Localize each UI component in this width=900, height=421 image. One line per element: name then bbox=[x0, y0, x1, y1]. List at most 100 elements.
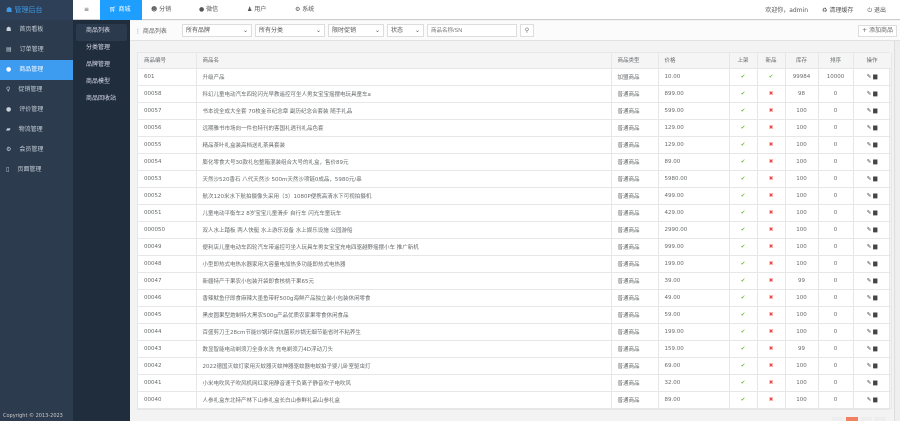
trash-icon[interactable]: ▆ bbox=[873, 125, 877, 131]
is-new-toggle[interactable]: ✖ bbox=[757, 357, 786, 375]
trash-icon[interactable]: ▆ bbox=[873, 142, 877, 148]
sidebar-item-pages[interactable]: ▯ 页面管理 bbox=[0, 160, 73, 180]
is-new-toggle[interactable]: ✖ bbox=[757, 187, 786, 205]
trash-icon[interactable]: ▆ bbox=[873, 227, 877, 233]
search-button[interactable]: ⚲ bbox=[520, 24, 534, 37]
topnav-item-system[interactable]: ⚙ 系统 bbox=[286, 0, 334, 20]
page-button[interactable] bbox=[860, 417, 872, 421]
sidebar-item-members[interactable]: ⚙ 会员管理 bbox=[0, 140, 73, 160]
subnav-category[interactable]: 分类管理 bbox=[76, 41, 127, 58]
subnav-goods-list[interactable]: 商品列表 bbox=[76, 24, 127, 41]
trash-icon[interactable]: ▆ bbox=[873, 363, 877, 369]
topnav-item-user[interactable]: ♟ 用户 bbox=[238, 0, 286, 20]
on-sale-toggle[interactable]: ✔ bbox=[729, 391, 758, 409]
edit-icon[interactable]: ✎ bbox=[867, 108, 872, 114]
edit-icon[interactable]: ✎ bbox=[867, 397, 872, 403]
sidebar-item-promotion[interactable]: ♀ 促销管理 bbox=[0, 80, 73, 100]
sidebar-item-orders[interactable]: ▤ 订单管理 bbox=[0, 40, 73, 60]
is-new-toggle[interactable]: ✖ bbox=[757, 289, 786, 307]
is-new-toggle[interactable]: ✖ bbox=[757, 85, 786, 103]
scrollbar[interactable] bbox=[894, 41, 900, 421]
trash-icon[interactable]: ▆ bbox=[873, 295, 877, 301]
edit-icon[interactable]: ✎ bbox=[867, 142, 872, 148]
on-sale-toggle[interactable]: ✔ bbox=[729, 153, 758, 171]
trash-icon[interactable]: ▆ bbox=[873, 210, 877, 216]
trash-icon[interactable]: ▆ bbox=[873, 346, 877, 352]
is-new-toggle[interactable]: ✖ bbox=[757, 102, 786, 120]
on-sale-toggle[interactable]: ✔ bbox=[729, 255, 758, 273]
on-sale-toggle[interactable]: ✔ bbox=[729, 272, 758, 290]
edit-icon[interactable]: ✎ bbox=[867, 159, 872, 165]
is-new-toggle[interactable]: ✖ bbox=[757, 323, 786, 341]
brand-select[interactable]: 所有品牌 ⌄ bbox=[182, 24, 252, 37]
trash-icon[interactable]: ▆ bbox=[873, 176, 877, 182]
trash-icon[interactable]: ▆ bbox=[873, 278, 877, 284]
on-sale-toggle[interactable]: ✔ bbox=[729, 306, 758, 324]
is-new-toggle[interactable]: ✔ bbox=[757, 68, 786, 86]
status-select[interactable]: 状态 ⌄ bbox=[387, 24, 424, 37]
is-new-toggle[interactable]: ✖ bbox=[757, 170, 786, 188]
on-sale-toggle[interactable]: ✔ bbox=[729, 136, 758, 154]
on-sale-toggle[interactable]: ✔ bbox=[729, 374, 758, 392]
trash-icon[interactable]: ▆ bbox=[873, 159, 877, 165]
edit-icon[interactable]: ✎ bbox=[867, 74, 872, 80]
trash-icon[interactable]: ▆ bbox=[873, 329, 877, 335]
edit-icon[interactable]: ✎ bbox=[867, 329, 872, 335]
edit-icon[interactable]: ✎ bbox=[867, 244, 872, 250]
trash-icon[interactable]: ▆ bbox=[873, 108, 877, 114]
clear-cache-button[interactable]: ♻ 清理缓存 bbox=[822, 5, 853, 15]
topnav-item-distribution[interactable]: ☻ 分销 bbox=[142, 0, 190, 20]
on-sale-toggle[interactable]: ✔ bbox=[729, 68, 758, 86]
trash-icon[interactable]: ▆ bbox=[873, 397, 877, 403]
page-button-current[interactable] bbox=[846, 417, 858, 421]
edit-icon[interactable]: ✎ bbox=[867, 295, 872, 301]
menu-toggle-button[interactable]: ≡ bbox=[73, 0, 100, 20]
subnav-model[interactable]: 商品模型 bbox=[76, 75, 127, 92]
topnav-item-mall[interactable]: 🛒︎ 商城 bbox=[100, 0, 142, 20]
promo-select[interactable]: 限时促销 ⌄ bbox=[328, 24, 384, 37]
edit-icon[interactable]: ✎ bbox=[867, 261, 872, 267]
trash-icon[interactable]: ▆ bbox=[873, 193, 877, 199]
is-new-toggle[interactable]: ✖ bbox=[757, 374, 786, 392]
subnav-recycle[interactable]: 商品回收站 bbox=[76, 92, 127, 109]
subnav-brand[interactable]: 品牌管理 bbox=[76, 58, 127, 75]
is-new-toggle[interactable]: ✖ bbox=[757, 221, 786, 239]
trash-icon[interactable]: ▆ bbox=[873, 244, 877, 250]
add-goods-button[interactable]: + 添加商品 bbox=[858, 24, 897, 37]
category-select[interactable]: 所有分类 ⌄ bbox=[255, 24, 325, 37]
is-new-toggle[interactable]: ✖ bbox=[757, 238, 786, 256]
page-button[interactable] bbox=[874, 417, 886, 421]
is-new-toggle[interactable]: ✖ bbox=[757, 255, 786, 273]
on-sale-toggle[interactable]: ✔ bbox=[729, 357, 758, 375]
trash-icon[interactable]: ▆ bbox=[873, 91, 877, 97]
is-new-toggle[interactable]: ✖ bbox=[757, 136, 786, 154]
is-new-toggle[interactable]: ✖ bbox=[757, 391, 786, 409]
edit-icon[interactable]: ✎ bbox=[867, 210, 872, 216]
pagination[interactable] bbox=[832, 417, 886, 421]
is-new-toggle[interactable]: ✖ bbox=[757, 204, 786, 222]
edit-icon[interactable]: ✎ bbox=[867, 91, 872, 97]
page-button[interactable] bbox=[832, 417, 844, 421]
on-sale-toggle[interactable]: ✔ bbox=[729, 221, 758, 239]
edit-icon[interactable]: ✎ bbox=[867, 125, 872, 131]
sidebar-item-logistics[interactable]: ▰ 物流管理 bbox=[0, 120, 73, 140]
on-sale-toggle[interactable]: ✔ bbox=[729, 119, 758, 137]
sidebar-item-reviews[interactable]: ● 评价管理 bbox=[0, 100, 73, 120]
app-logo[interactable]: ☗ 管理后台 bbox=[0, 0, 73, 20]
edit-icon[interactable]: ✎ bbox=[867, 346, 872, 352]
is-new-toggle[interactable]: ✖ bbox=[757, 306, 786, 324]
edit-icon[interactable]: ✎ bbox=[867, 363, 872, 369]
on-sale-toggle[interactable]: ✔ bbox=[729, 85, 758, 103]
on-sale-toggle[interactable]: ✔ bbox=[729, 204, 758, 222]
on-sale-toggle[interactable]: ✔ bbox=[729, 323, 758, 341]
topnav-item-wechat[interactable]: ● 微信 bbox=[190, 0, 238, 20]
edit-icon[interactable]: ✎ bbox=[867, 380, 872, 386]
logout-button[interactable]: ⏻ 退出 bbox=[867, 5, 886, 15]
trash-icon[interactable]: ▆ bbox=[873, 74, 877, 80]
is-new-toggle[interactable]: ✖ bbox=[757, 272, 786, 290]
trash-icon[interactable]: ▆ bbox=[873, 312, 877, 318]
on-sale-toggle[interactable]: ✔ bbox=[729, 102, 758, 120]
edit-icon[interactable]: ✎ bbox=[867, 193, 872, 199]
on-sale-toggle[interactable]: ✔ bbox=[729, 187, 758, 205]
edit-icon[interactable]: ✎ bbox=[867, 278, 872, 284]
